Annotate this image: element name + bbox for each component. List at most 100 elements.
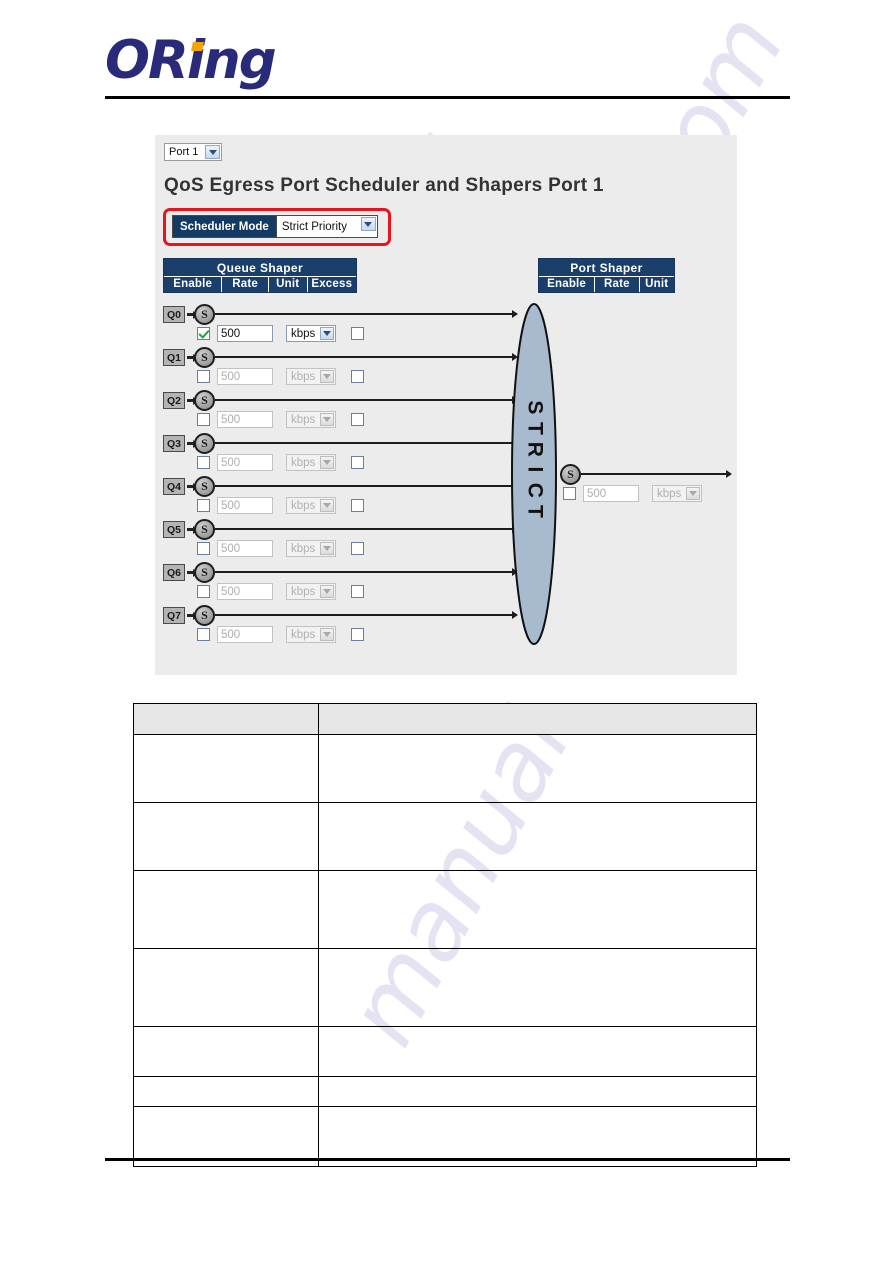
- queue-row-q1: Q1 S 500 kbps: [163, 346, 518, 388]
- chevron-down-icon[interactable]: [320, 370, 334, 383]
- queue-shaper-node-q6: S: [194, 562, 215, 583]
- queue-rate-input-q5[interactable]: 500: [217, 540, 273, 557]
- table-cell-description: [318, 802, 757, 871]
- port-shaper-enable-checkbox[interactable]: [563, 487, 576, 500]
- queue-shaper-header: Queue Shaper Enable Rate Unit Excess: [163, 258, 357, 293]
- queue-enable-checkbox-q1[interactable]: [197, 370, 210, 383]
- queue-unit-value: kbps: [291, 585, 316, 598]
- queue-label-q0: Q0: [163, 306, 185, 323]
- queue-inlet-arrow-icon: [187, 611, 198, 620]
- queue-row-q7: Q7 S 500 kbps: [163, 604, 518, 646]
- queue-rate-input-q3[interactable]: 500: [217, 454, 273, 471]
- queue-unit-select-q3[interactable]: kbps: [286, 454, 336, 471]
- queue-controls: 500 kbps: [197, 583, 364, 600]
- queue-controls: 500 kbps: [197, 368, 364, 385]
- queue-controls: 500 kbps: [197, 454, 364, 471]
- queue-unit-select-q0[interactable]: kbps: [286, 325, 336, 342]
- chevron-down-icon[interactable]: [205, 145, 220, 159]
- chevron-down-icon[interactable]: [320, 413, 334, 426]
- table-header-cell-description: [318, 703, 757, 735]
- queue-excess-checkbox-q0[interactable]: [351, 327, 364, 340]
- queue-flow-arrow: [215, 439, 518, 447]
- queue-enable-checkbox-q7[interactable]: [197, 628, 210, 641]
- port-shaper-header: Port Shaper Enable Rate Unit: [538, 258, 675, 293]
- queue-rate-input-q0[interactable]: 500: [217, 325, 273, 342]
- queue-excess-checkbox-q7[interactable]: [351, 628, 364, 641]
- queue-unit-value: kbps: [291, 628, 316, 641]
- port-shaper-unit-select[interactable]: kbps: [652, 485, 702, 502]
- queue-unit-select-q2[interactable]: kbps: [286, 411, 336, 428]
- queue-excess-checkbox-q2[interactable]: [351, 413, 364, 426]
- queue-enable-checkbox-q2[interactable]: [197, 413, 210, 426]
- queue-shaper-node-q2: S: [194, 390, 215, 411]
- port-shaper-node: S: [560, 464, 581, 485]
- queue-shaper-node-q1: S: [194, 347, 215, 368]
- queue-inlet-arrow-icon: [187, 310, 198, 319]
- table-row: [133, 734, 757, 803]
- port-select[interactable]: Port 1: [164, 143, 222, 161]
- table-cell-object: [133, 948, 319, 1027]
- queue-inlet-arrow-icon: [187, 568, 198, 577]
- queue-excess-checkbox-q3[interactable]: [351, 456, 364, 469]
- queue-inlet-arrow-icon: [187, 439, 198, 448]
- queue-flow-arrow: [215, 568, 518, 576]
- queue-enable-checkbox-q3[interactable]: [197, 456, 210, 469]
- queue-flow-arrow: [215, 611, 518, 619]
- queue-inlet-arrow-icon: [187, 482, 198, 491]
- queue-enable-checkbox-q5[interactable]: [197, 542, 210, 555]
- queue-inlet-arrow-icon: [187, 525, 198, 534]
- queue-shaper-node-q3: S: [194, 433, 215, 454]
- table-row: [133, 948, 757, 1027]
- chevron-down-icon[interactable]: [320, 499, 334, 512]
- queue-row-q3: Q3 S 500 kbps: [163, 432, 518, 474]
- queue-controls: 500 kbps: [197, 497, 364, 514]
- queue-excess-checkbox-q4[interactable]: [351, 499, 364, 512]
- chevron-down-icon[interactable]: [320, 456, 334, 469]
- table-row: [133, 802, 757, 871]
- queue-rate-input-q4[interactable]: 500: [217, 497, 273, 514]
- chevron-down-icon[interactable]: [320, 628, 334, 641]
- queue-unit-value: kbps: [291, 370, 316, 383]
- queue-unit-select-q1[interactable]: kbps: [286, 368, 336, 385]
- chevron-down-icon[interactable]: [320, 327, 334, 340]
- queue-excess-checkbox-q5[interactable]: [351, 542, 364, 555]
- oring-logo: ORing: [105, 34, 277, 87]
- queue-rate-input-q2[interactable]: 500: [217, 411, 273, 428]
- queue-row-q0: Q0 S 500 kbps: [163, 303, 518, 345]
- table-cell-object: [133, 1076, 319, 1107]
- queue-controls: 500 kbps: [197, 626, 364, 643]
- queue-flow-arrow: [215, 353, 518, 361]
- queue-unit-value: kbps: [291, 327, 316, 340]
- queue-unit-select-q6[interactable]: kbps: [286, 583, 336, 600]
- queue-enable-checkbox-q0[interactable]: [197, 327, 210, 340]
- queue-shaper-node-q4: S: [194, 476, 215, 497]
- port-shaper-output: S 500 kbps: [560, 463, 735, 505]
- queue-shaper-col-unit: Unit: [267, 277, 307, 292]
- chevron-down-icon[interactable]: [320, 542, 334, 555]
- table-cell-object: [133, 734, 319, 803]
- chevron-down-icon[interactable]: [320, 585, 334, 598]
- queue-controls: 500 kbps: [197, 325, 364, 342]
- table-cell-description: [318, 870, 757, 949]
- queue-rate-input-q1[interactable]: 500: [217, 368, 273, 385]
- port-shaper-col-rate: Rate: [594, 277, 638, 292]
- queue-row-q6: Q6 S 500 kbps: [163, 561, 518, 603]
- queue-excess-checkbox-q1[interactable]: [351, 370, 364, 383]
- queue-unit-select-q4[interactable]: kbps: [286, 497, 336, 514]
- queue-rate-input-q7[interactable]: 500: [217, 626, 273, 643]
- queue-shaper-col-excess: Excess: [306, 277, 356, 292]
- queue-excess-checkbox-q6[interactable]: [351, 585, 364, 598]
- queue-shaper-node-q7: S: [194, 605, 215, 626]
- queue-unit-select-q7[interactable]: kbps: [286, 626, 336, 643]
- table-row: [133, 1026, 757, 1077]
- port-shaper-col-unit: Unit: [638, 277, 674, 292]
- queue-enable-checkbox-q4[interactable]: [197, 499, 210, 512]
- queue-enable-checkbox-q6[interactable]: [197, 585, 210, 598]
- queue-row-q5: Q5 S 500 kbps: [163, 518, 518, 560]
- queue-rate-input-q6[interactable]: 500: [217, 583, 273, 600]
- chevron-down-icon[interactable]: [686, 487, 700, 500]
- table-row: [133, 870, 757, 949]
- queue-unit-value: kbps: [291, 413, 316, 426]
- port-shaper-rate-input[interactable]: 500: [583, 485, 639, 502]
- queue-unit-select-q5[interactable]: kbps: [286, 540, 336, 557]
